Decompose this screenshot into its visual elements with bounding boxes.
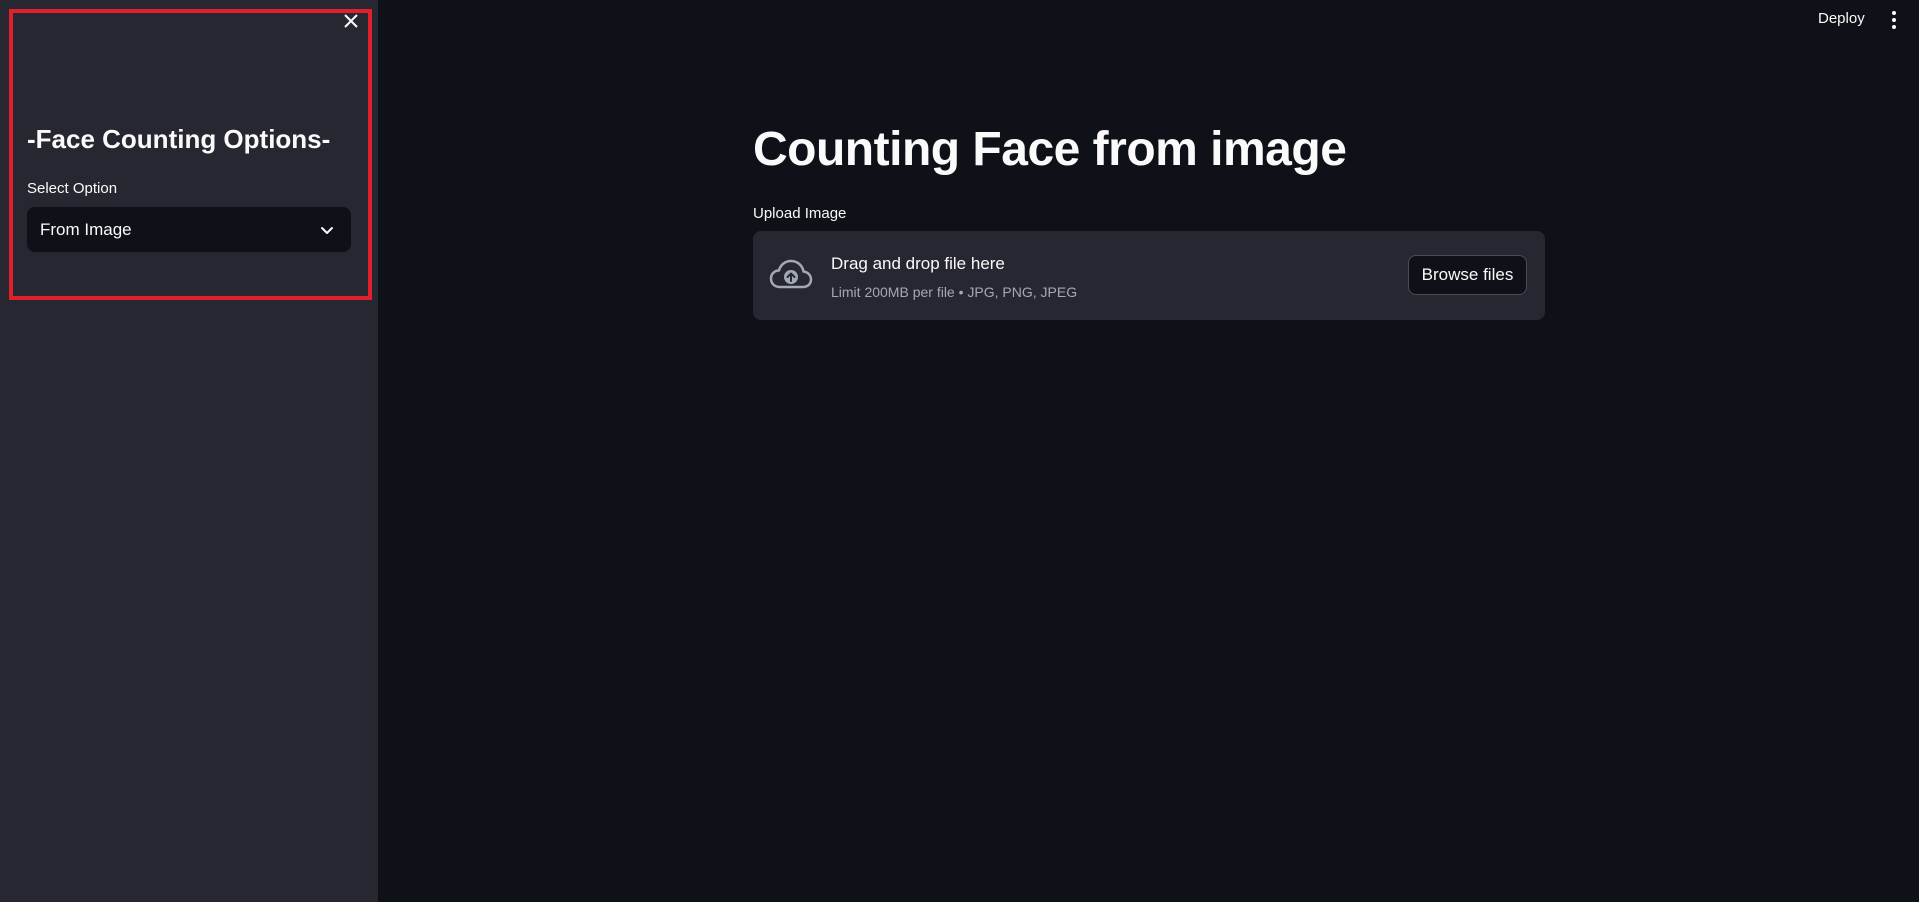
- close-icon[interactable]: [340, 10, 362, 32]
- browse-files-button[interactable]: Browse files: [1408, 255, 1527, 295]
- option-select[interactable]: From Image: [27, 207, 351, 252]
- file-dropzone[interactable]: Drag and drop file here Limit 200MB per …: [753, 231, 1545, 320]
- sidebar-heading: -Face Counting Options-: [27, 124, 331, 154]
- select-value: From Image: [40, 220, 132, 239]
- more-vertical-icon[interactable]: [1888, 9, 1900, 31]
- dropzone-title: Drag and drop file here: [831, 254, 1005, 273]
- upload-label: Upload Image: [753, 205, 847, 222]
- select-label: Select Option: [27, 180, 118, 197]
- app: -Face Counting Options- Select Option Fr…: [0, 0, 1919, 902]
- page-title: Counting Face from image: [753, 123, 1347, 176]
- chevron-down-icon: [319, 222, 335, 238]
- sidebar: -Face Counting Options- Select Option Fr…: [0, 0, 378, 902]
- cloud-upload-icon: [769, 257, 813, 293]
- deploy-button[interactable]: Deploy: [1818, 10, 1865, 27]
- dropzone-subtitle: Limit 200MB per file • JPG, PNG, JPEG: [831, 284, 1078, 300]
